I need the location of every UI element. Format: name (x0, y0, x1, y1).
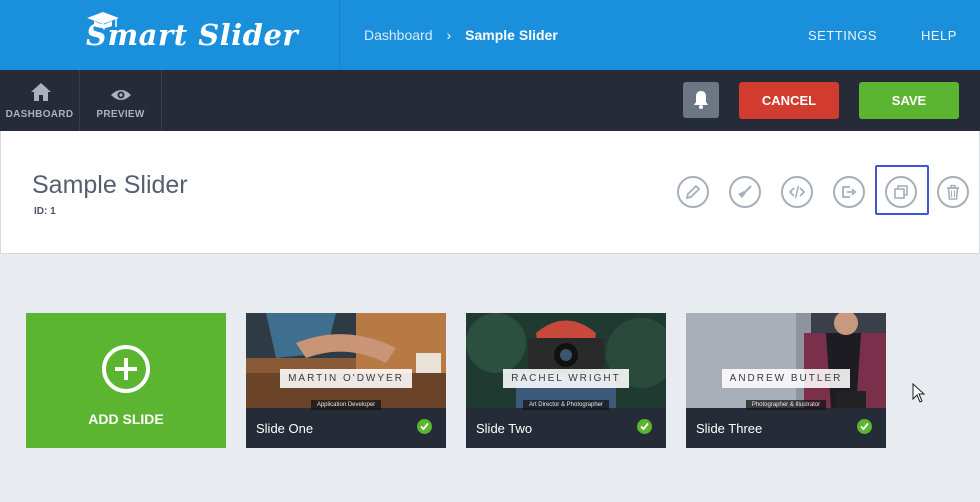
edit-button[interactable] (677, 176, 709, 208)
code-icon (789, 185, 805, 199)
add-slide-button[interactable]: ADD SLIDE (26, 313, 226, 448)
slide-card[interactable]: RACHEL WRIGHT Art Director & Photographe… (466, 313, 666, 448)
slide-caption-name: RACHEL WRIGHT (503, 369, 629, 388)
publish-button[interactable] (781, 176, 813, 208)
duplicate-highlight (875, 165, 929, 215)
brush-icon (738, 185, 752, 198)
slide-caption: ANDREW BUTLER (686, 368, 886, 388)
breadcrumb-current: Sample Slider (465, 27, 558, 43)
settings-link[interactable]: SETTINGS (808, 28, 877, 43)
trash-icon (947, 184, 959, 200)
toolbar: DASHBOARD PREVIEW CANCEL SAVE (0, 70, 980, 131)
dashboard-button[interactable]: DASHBOARD (0, 70, 80, 131)
slide-caption-role-wrap: Application Developer (246, 393, 446, 411)
slide-title: Slide One (256, 421, 314, 436)
slide-card[interactable]: ANDREW BUTLER Photographer & Illustrator… (686, 313, 886, 448)
pencil-icon (685, 184, 701, 200)
chevron-right-icon: › (446, 27, 452, 43)
help-link[interactable]: HELP (921, 28, 957, 43)
slide-caption-role: Application Developer (310, 400, 382, 410)
preview-label: PREVIEW (96, 109, 145, 120)
mouse-cursor-icon (912, 383, 926, 403)
logo-text: Smart Slider (86, 18, 299, 52)
slide-title: Slide Three (696, 421, 763, 436)
save-button[interactable]: SAVE (859, 82, 959, 119)
delete-button[interactable] (937, 176, 969, 208)
slide-caption-role-wrap: Photographer & Illustrator (686, 393, 886, 411)
slide-caption-role: Art Director & Photographer (522, 400, 610, 410)
breadcrumb: Dashboard › Sample Slider (364, 27, 558, 43)
cancel-button[interactable]: CANCEL (739, 82, 839, 119)
slide-card[interactable]: MARTIN O'DWYER Application Developer Sli… (246, 313, 446, 448)
slide-caption-name: ANDREW BUTLER (721, 369, 851, 388)
slide-caption-role: Photographer & Illustrator (745, 400, 827, 410)
slide-caption: RACHEL WRIGHT (466, 368, 666, 388)
export-button[interactable] (833, 176, 865, 208)
slider-id: ID: 1 (34, 206, 56, 217)
slider-header-panel: Sample Slider ID: 1 (0, 131, 980, 254)
add-slide-label: ADD SLIDE (88, 411, 164, 427)
published-check-icon (637, 419, 652, 434)
published-check-icon (417, 419, 432, 434)
clear-cache-button[interactable] (729, 176, 761, 208)
slide-caption-role-wrap: Art Director & Photographer (466, 393, 666, 411)
home-icon (31, 83, 51, 101)
eye-icon (111, 90, 131, 100)
plus-circle-icon (102, 345, 150, 393)
slide-title: Slide Two (476, 421, 533, 436)
page-title: Sample Slider (32, 171, 188, 199)
logo[interactable]: Smart Slider (0, 0, 340, 70)
slide-caption-name: MARTIN O'DWYER (280, 369, 412, 388)
slide-caption: MARTIN O'DWYER (246, 368, 446, 388)
breadcrumb-dashboard[interactable]: Dashboard (364, 27, 433, 43)
preview-button[interactable]: PREVIEW (80, 70, 162, 131)
top-header: Smart Slider Dashboard › Sample Slider SET… (0, 0, 980, 70)
export-icon (842, 186, 857, 198)
dashboard-label: DASHBOARD (5, 109, 74, 120)
published-check-icon (857, 419, 872, 434)
bell-icon (694, 91, 708, 109)
notifications-button[interactable] (683, 82, 719, 118)
